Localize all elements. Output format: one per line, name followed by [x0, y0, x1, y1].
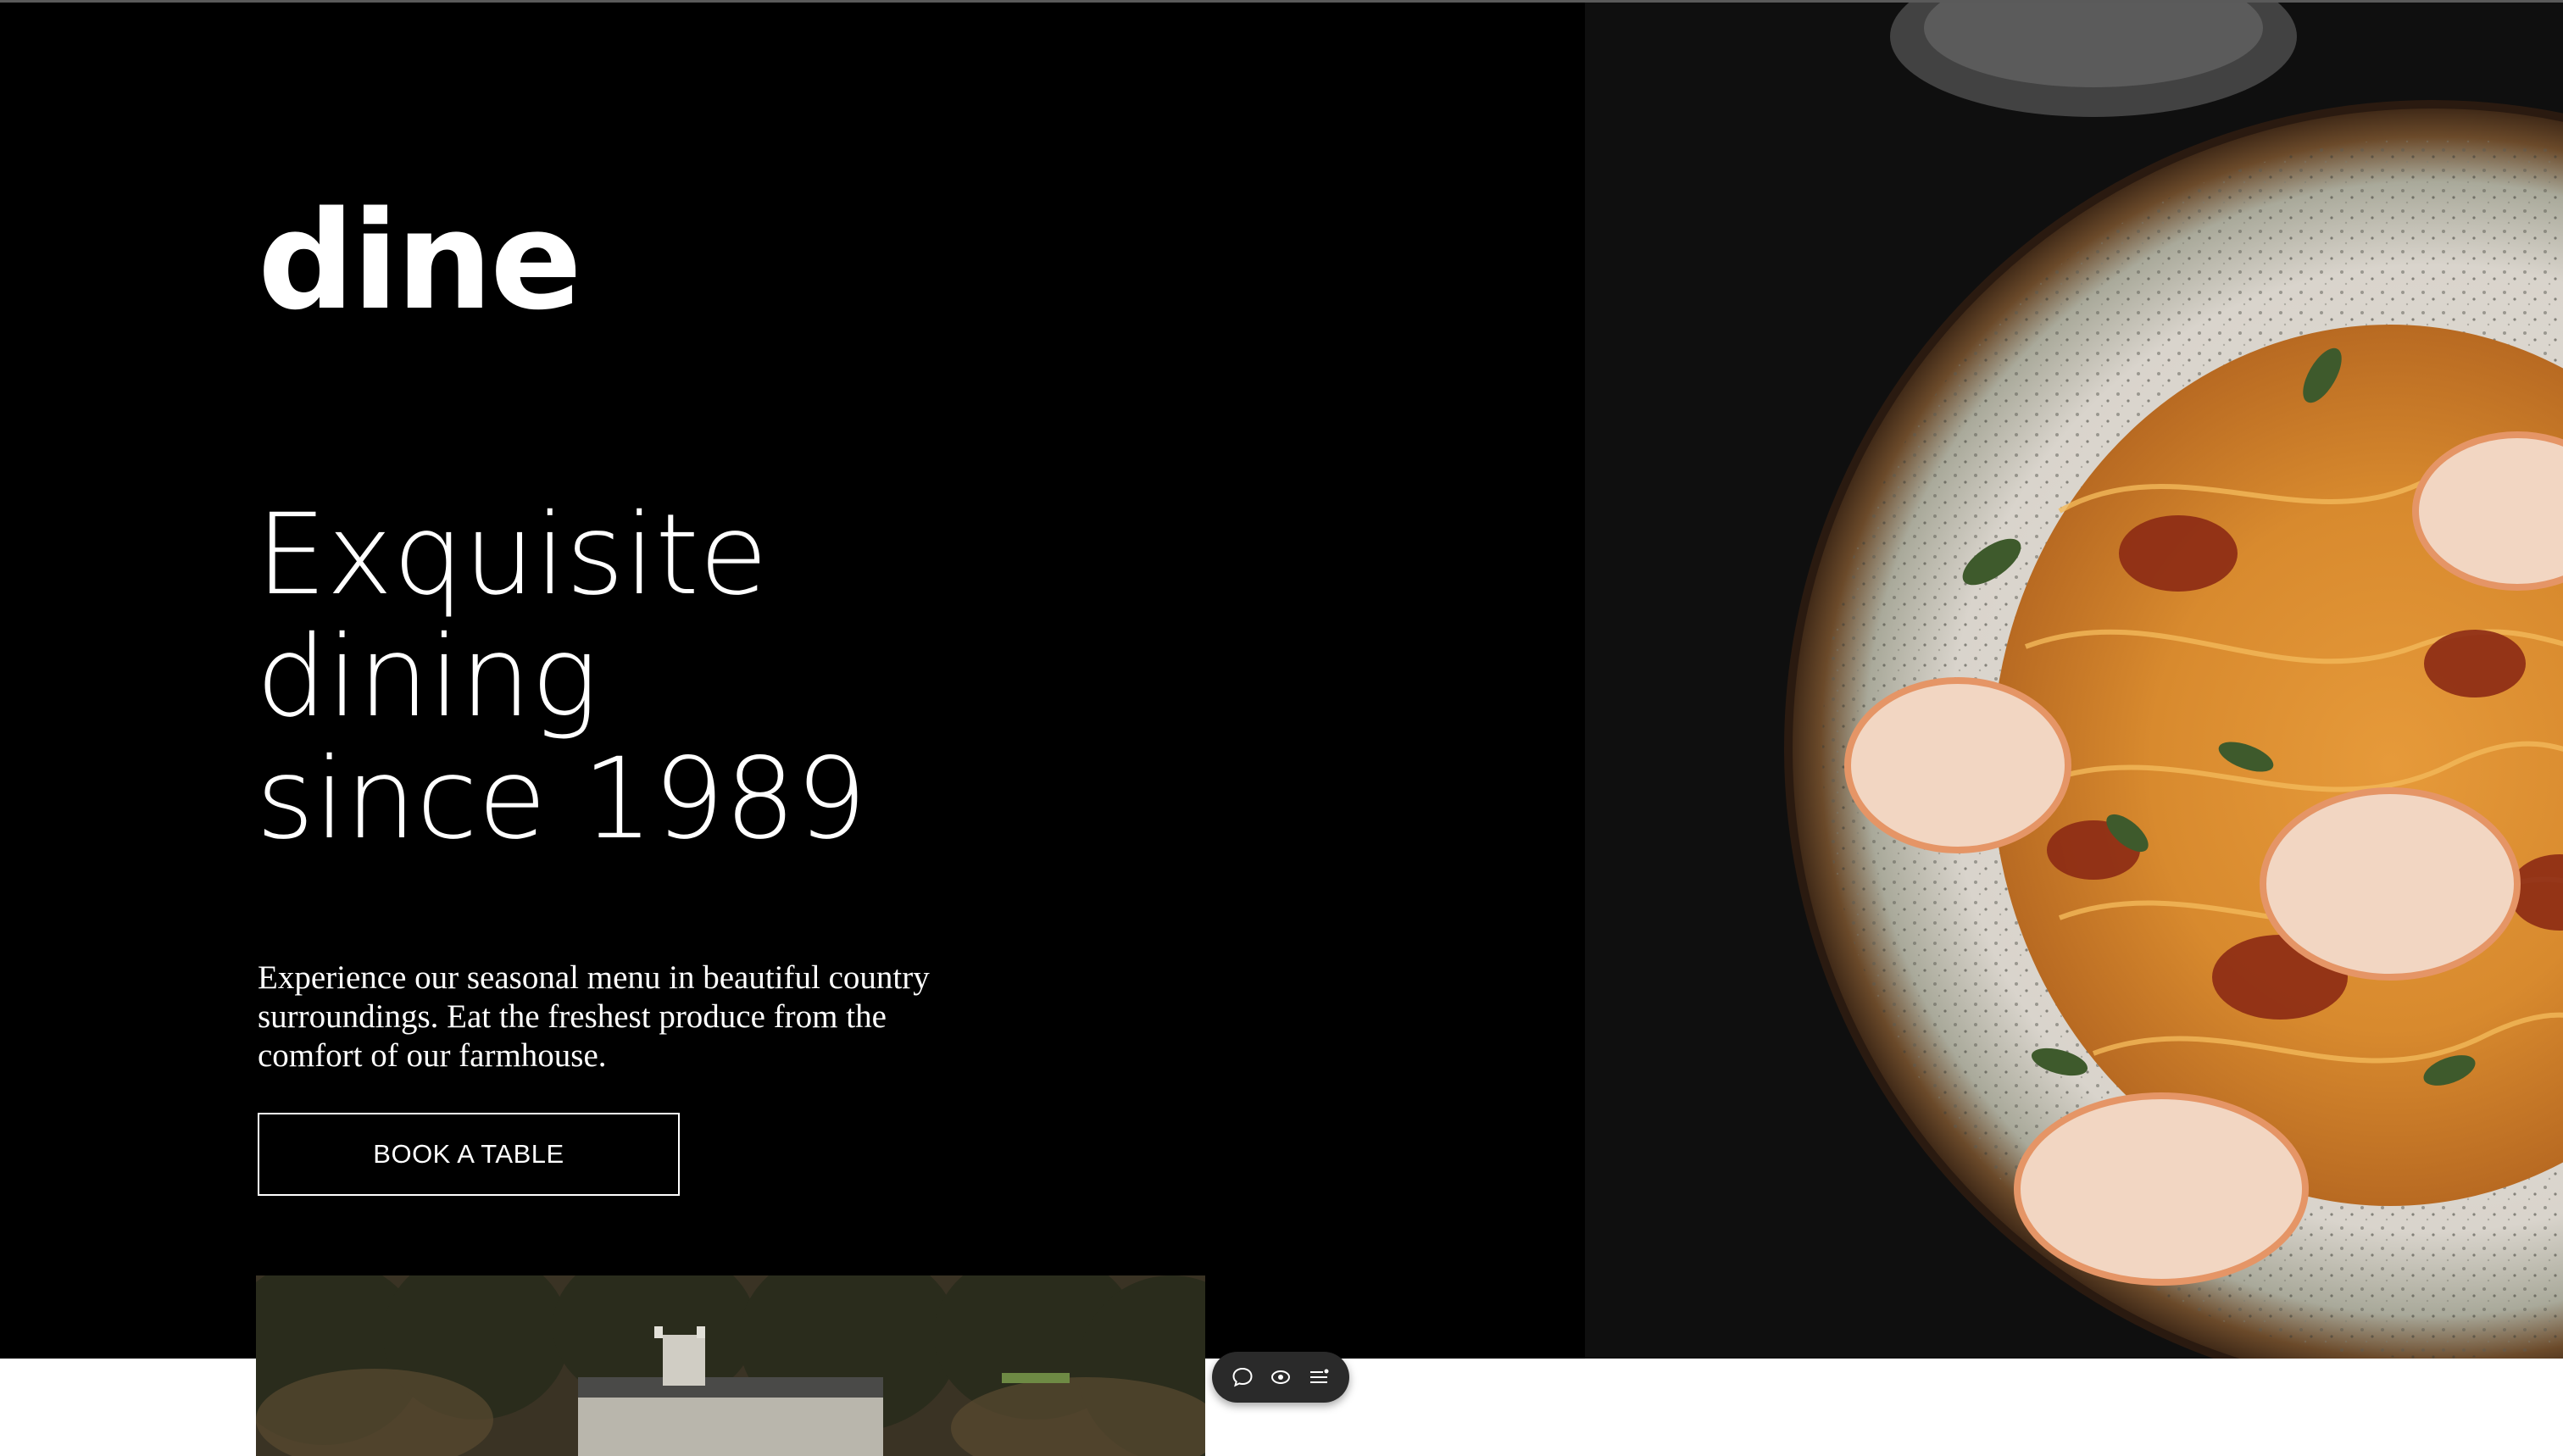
pasta-plate-illustration	[1784, 3, 2563, 1359]
eye-icon[interactable]	[1265, 1362, 1296, 1392]
book-a-table-button[interactable]: BOOK A TABLE	[258, 1113, 680, 1196]
hero-section: dine Exquisite dining since 1989 Experie…	[0, 3, 2563, 1359]
headline-line: dining	[256, 612, 598, 742]
headline-line: Exquisite	[256, 490, 769, 620]
menu-list-icon[interactable]	[1304, 1362, 1334, 1392]
hero-description: Experience our seasonal menu in beautifu…	[258, 959, 930, 1074]
floating-toolbar	[1212, 1352, 1349, 1403]
hero-headline: Exquisite dining since 1989	[256, 494, 1273, 860]
headline-line: since 1989	[256, 734, 867, 864]
farmhouse-illustration	[256, 1275, 1205, 1456]
dine-logo[interactable]: dine	[258, 193, 582, 329]
hero-dish-image	[1585, 3, 2563, 1359]
comment-icon[interactable]	[1227, 1362, 1258, 1392]
hero-content: dine Exquisite dining since 1989 Experie…	[2, 3, 1585, 1359]
farmhouse-image	[256, 1275, 1205, 1456]
